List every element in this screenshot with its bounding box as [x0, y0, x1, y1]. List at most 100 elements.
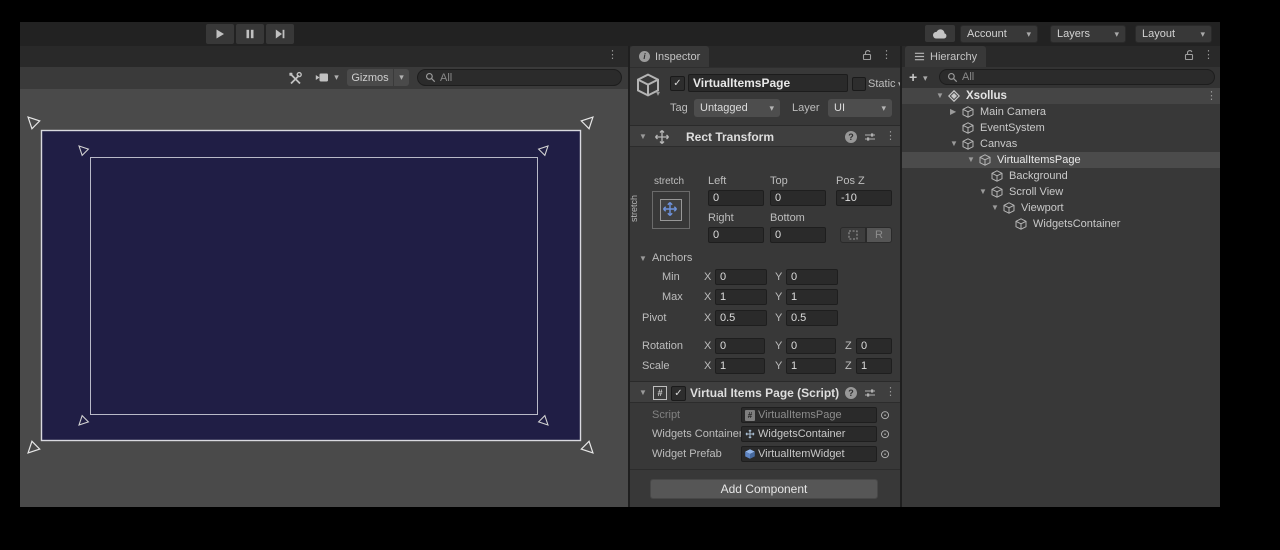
help-icon[interactable]: ? [845, 387, 857, 399]
hierarchy-item-eventsystem[interactable]: EventSystem [902, 120, 1220, 136]
foldout-icon[interactable]: ▼ [639, 389, 647, 397]
chevron-down-icon: ▾ [334, 72, 339, 83]
anchor-min-y-field[interactable]: 0 [786, 269, 838, 285]
component-menu-icon[interactable]: ⋮ [885, 131, 896, 142]
rotation-x-field[interactable]: 0 [715, 338, 765, 354]
widget-prefab-label: Widget Prefab [652, 448, 722, 460]
foldout-icon[interactable]: ▼ [639, 255, 647, 263]
scale-z-field[interactable]: 1 [856, 358, 892, 374]
lock-icon[interactable] [1183, 49, 1195, 61]
scene-menu-icon[interactable]: ⋮ [1206, 91, 1217, 102]
tab-inspector[interactable]: i Inspector [630, 46, 709, 67]
anchor-preset-widget[interactable] [652, 191, 690, 229]
bottom-field[interactable]: 0 [770, 227, 826, 243]
scene-search-field[interactable] [417, 69, 622, 86]
hierarchy-item-scroll-view[interactable]: ▼ Scroll View [902, 184, 1220, 200]
foldout-icon[interactable]: ▼ [979, 188, 987, 196]
chevron-down-icon[interactable]: ▾ [656, 89, 660, 98]
hierarchy-item-background[interactable]: Background [902, 168, 1220, 184]
rotation-z-field[interactable]: 0 [856, 338, 892, 354]
hierarchy-item-main-camera[interactable]: ▶ Main Camera [902, 104, 1220, 120]
scene-camera-button[interactable]: ▾ [311, 69, 343, 86]
raw-edit-mode-button[interactable]: R [866, 227, 892, 243]
hierarchy-item-virtualitemspage[interactable]: ▼ VirtualItemsPage [902, 152, 1220, 168]
create-object-button[interactable]: + [909, 69, 917, 85]
hierarchy-search-field[interactable] [939, 69, 1215, 85]
foldout-icon[interactable]: ▼ [936, 92, 944, 100]
object-picker-icon[interactable]: ⊙ [880, 447, 890, 461]
posz-field[interactable]: -10 [836, 190, 892, 206]
top-field[interactable]: 0 [770, 190, 826, 206]
step-button[interactable] [266, 24, 294, 44]
widgets-container-field[interactable]: WidgetsContainer [741, 426, 877, 442]
rotation-y-field[interactable]: 0 [786, 338, 836, 354]
hierarchy-item-widgetscontainer[interactable]: WidgetsContainer [902, 216, 1220, 232]
gameobject-name-input[interactable] [688, 74, 848, 92]
static-checkbox[interactable] [852, 77, 866, 91]
foldout-icon[interactable]: ▼ [967, 156, 975, 164]
scene-search-input[interactable] [440, 72, 614, 84]
widget-prefab-field[interactable]: VirtualItemWidget [741, 446, 877, 462]
gizmos-button[interactable]: Gizmos [347, 69, 393, 86]
tag-dropdown[interactable]: Untagged ▾ [694, 99, 780, 117]
object-picker-icon[interactable]: ⊙ [880, 427, 890, 441]
left-field[interactable]: 0 [708, 190, 764, 206]
gameobject-cube-icon [991, 170, 1003, 182]
cloud-services-button[interactable] [925, 25, 955, 42]
foldout-icon[interactable]: ▼ [950, 140, 958, 148]
script-component-header[interactable]: ▼ # ✓ Virtual Items Page (Script) ? ⋮ [630, 381, 900, 403]
bottom-label: Bottom [770, 212, 805, 224]
pause-button[interactable] [236, 24, 264, 44]
anchor-min-x-field[interactable]: 0 [715, 269, 767, 285]
panel-menu-icon[interactable]: ⋮ [881, 50, 892, 61]
gameobject-cube-icon [962, 106, 974, 118]
rect-transform-header[interactable]: ▼ Rect Transform ? ⋮ [630, 125, 900, 147]
presets-icon[interactable] [864, 387, 876, 399]
scale-y-field[interactable]: 1 [786, 358, 836, 374]
foldout-icon[interactable]: ▶ [950, 108, 956, 116]
panel-menu-icon[interactable]: ⋮ [607, 50, 618, 61]
hierarchy-item-scene[interactable]: ▼ Xsollus ⋮ [902, 88, 1220, 104]
pivot-y-field[interactable]: 0.5 [786, 310, 838, 326]
gizmos-dropdown-arrow[interactable]: ▾ [394, 69, 409, 86]
add-component-button[interactable]: Add Component [650, 479, 878, 499]
blueprint-mode-button[interactable] [840, 227, 866, 243]
active-checkbox[interactable]: ✓ [670, 76, 685, 91]
chevron-down-icon: ▾ [881, 103, 886, 114]
left-label: Left [708, 175, 726, 187]
scene-view-panel: ⋮ ▾ Gizmos ▾ [20, 46, 628, 507]
wrench-icon [288, 71, 302, 85]
foldout-icon[interactable]: ▼ [639, 133, 647, 141]
layer-dropdown[interactable]: UI ▾ [828, 99, 892, 117]
stretch-top-label: stretch [654, 176, 684, 187]
anchor-max-x-field[interactable]: 1 [715, 289, 767, 305]
presets-icon[interactable] [864, 131, 876, 143]
anchor-max-y-field[interactable]: 1 [786, 289, 838, 305]
panel-menu-icon[interactable]: ⋮ [1203, 50, 1214, 61]
layout-dropdown[interactable]: Layout ▾ [1135, 25, 1212, 43]
canvas-rect [42, 131, 581, 441]
component-menu-icon[interactable]: ⋮ [885, 387, 896, 398]
chevron-down-icon: ▾ [399, 72, 404, 83]
right-field[interactable]: 0 [708, 227, 764, 243]
account-dropdown[interactable]: Account ▾ [960, 25, 1038, 43]
hierarchy-item-viewport[interactable]: ▼ Viewport [902, 200, 1220, 216]
scene-tools-button[interactable] [284, 69, 306, 86]
layers-dropdown[interactable]: Layers ▾ [1050, 25, 1126, 43]
lock-icon[interactable] [861, 49, 873, 61]
object-picker-icon[interactable]: ⊙ [880, 408, 890, 422]
pivot-x-field[interactable]: 0.5 [715, 310, 767, 326]
scale-x-field[interactable]: 1 [715, 358, 765, 374]
scene-viewport[interactable] [20, 89, 628, 507]
script-object-field[interactable]: # VirtualItemsPage [741, 407, 877, 423]
component-enabled-checkbox[interactable]: ✓ [671, 386, 686, 401]
play-button[interactable] [206, 24, 234, 44]
scene-canvas-gizmo[interactable] [20, 89, 628, 507]
hierarchy-search-input[interactable] [962, 71, 1207, 83]
foldout-icon[interactable]: ▼ [991, 204, 999, 212]
tab-hierarchy[interactable]: Hierarchy [905, 46, 986, 67]
help-icon[interactable]: ? [845, 131, 857, 143]
step-icon [275, 29, 285, 39]
hierarchy-item-canvas[interactable]: ▼ Canvas [902, 136, 1220, 152]
chevron-down-icon[interactable]: ▾ [923, 73, 928, 84]
